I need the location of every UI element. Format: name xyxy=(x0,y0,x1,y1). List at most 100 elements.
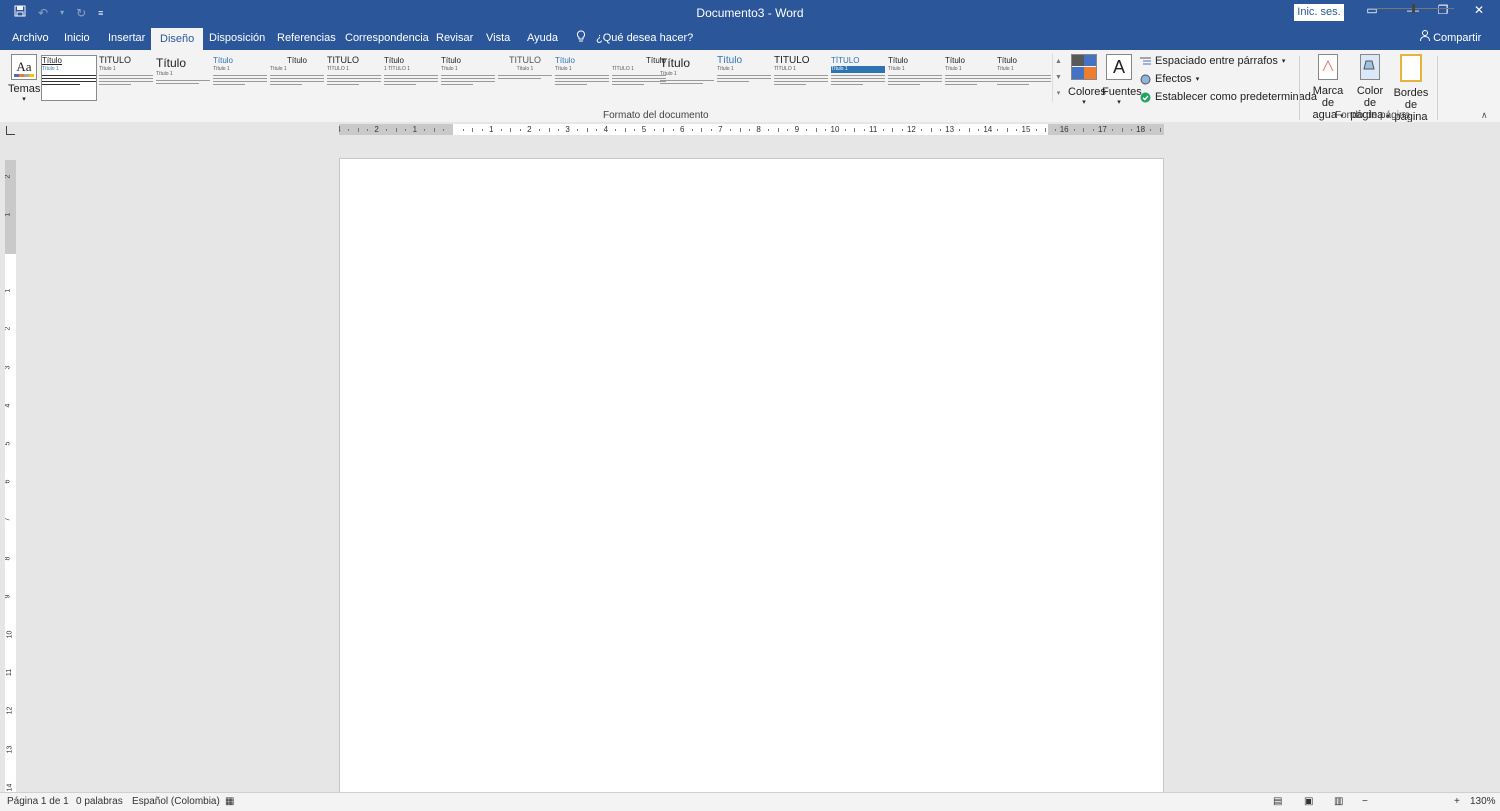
style-title: Título xyxy=(717,56,743,66)
ruler-number: 4 xyxy=(603,125,609,134)
ribbon-display-options-icon[interactable]: ▭ xyxy=(1357,3,1387,17)
style-set-item[interactable]: Título Título 1 xyxy=(156,56,210,100)
ruler-tick xyxy=(596,129,598,131)
fuentes-button[interactable]: A Fuentes ▾ xyxy=(1102,54,1142,106)
tab-diseno[interactable]: Diseño xyxy=(151,28,204,50)
ruler-number: 13 xyxy=(945,125,955,134)
style-set-item[interactable]: Título Título 1 xyxy=(997,56,1051,100)
style-set-item[interactable]: Título Título 1 xyxy=(270,56,324,100)
gallery-up-icon[interactable]: ▲ xyxy=(1053,54,1064,70)
style-preview-lines xyxy=(774,75,828,85)
paragraph-spacing-icon xyxy=(1140,56,1151,67)
ruler-number: 9 xyxy=(794,125,800,134)
zoom-level[interactable]: 130% xyxy=(1470,796,1496,807)
gallery-down-icon[interactable]: ▼ xyxy=(1053,70,1064,86)
tab-selector-icon[interactable] xyxy=(6,126,15,135)
style-set-item[interactable]: Título Título 1 xyxy=(555,56,609,100)
style-set-item[interactable]: TÍTULO TÍTULO 1 xyxy=(327,56,381,100)
ruler-tick xyxy=(1121,128,1123,132)
ruler-tick xyxy=(1131,129,1133,131)
espaciado-button[interactable]: Espaciado entre párrafos ▾ xyxy=(1140,55,1285,67)
tab-revisar[interactable]: Revisar xyxy=(436,30,473,50)
zoom-slider-thumb[interactable] xyxy=(1412,4,1415,13)
read-mode-icon[interactable]: ▤ xyxy=(1273,796,1282,807)
style-set-item[interactable]: TÍTULO Título 1 xyxy=(99,56,153,100)
document-page[interactable] xyxy=(339,158,1164,794)
style-preview-lines xyxy=(831,75,885,85)
print-layout-icon[interactable]: ▣ xyxy=(1304,796,1313,807)
style-set-item[interactable]: Título Título 1 xyxy=(41,55,97,101)
tab-inicio[interactable]: Inicio xyxy=(64,30,90,50)
page-count[interactable]: Página 1 de 1 xyxy=(7,796,69,807)
macro-record-icon[interactable]: ▦ xyxy=(225,796,234,807)
web-layout-icon[interactable]: ▥ xyxy=(1334,796,1343,807)
signin-button[interactable]: Inic. ses. xyxy=(1294,4,1344,21)
style-subtitle: Título 1 xyxy=(888,66,905,72)
style-set-item[interactable]: Título Título 1 xyxy=(888,56,942,100)
ruler-tick xyxy=(443,129,445,131)
style-subtitle: Título 1 xyxy=(831,66,885,73)
style-preview-lines xyxy=(612,75,666,85)
save-icon[interactable] xyxy=(14,5,26,20)
share-button[interactable]: Compartir xyxy=(1420,30,1481,44)
style-set-item[interactable]: TÍTULO Título 1 xyxy=(498,56,552,100)
style-title: Título xyxy=(213,56,234,65)
ruler-number: 14 xyxy=(6,783,14,792)
style-set-item[interactable]: Título 1 TÍTULO 1 xyxy=(384,56,438,100)
ribbon-panel: Aa Temas ▾ Título Título 1 TÍTULO Título… xyxy=(0,50,1500,123)
style-title: Título xyxy=(441,56,462,65)
ribbon-tab-row: Archivo Inicio Insertar Diseño Disposici… xyxy=(0,26,1500,50)
tab-ayuda[interactable]: Ayuda xyxy=(527,30,558,50)
style-preview-lines xyxy=(555,75,609,85)
style-set-item[interactable]: TÍTULO Título 1 xyxy=(831,56,885,100)
horizontal-ruler[interactable]: 321123456789101112131415161718 xyxy=(339,124,1164,135)
style-set-item[interactable]: Título Título 1 xyxy=(213,56,267,100)
establecer-predeterminada-button[interactable]: Establecer como predeterminada xyxy=(1140,91,1317,103)
vertical-ruler[interactable]: 2 1 1 2 3 4 5 6 7 8 9 10 11 12 13 14 xyxy=(5,160,16,792)
redo-icon[interactable]: ↻ xyxy=(76,6,86,20)
tab-referencias[interactable]: Referencias xyxy=(277,30,336,50)
style-set-item[interactable]: Título Título 1 xyxy=(660,56,714,100)
style-set-item[interactable]: Título Título 1 xyxy=(945,56,999,100)
ruler-number: 4 xyxy=(5,403,12,408)
tab-disposicion[interactable]: Disposición xyxy=(209,30,265,50)
tell-me-search[interactable]: ¿Qué desea hacer? xyxy=(596,30,693,50)
restore-icon[interactable]: ❐ xyxy=(1428,3,1458,17)
ruler-tick xyxy=(901,129,903,131)
ruler-tick xyxy=(634,129,636,131)
style-set-item[interactable]: Título Título 1 xyxy=(441,56,495,100)
temas-label: Temas xyxy=(8,83,41,95)
bordes-label-1: Bordes xyxy=(1393,87,1429,99)
ruler-number: 15 xyxy=(1021,125,1031,134)
language-status[interactable]: Español (Colombia) xyxy=(132,796,220,807)
ruler-number: 3 xyxy=(5,365,12,370)
ruler-tick xyxy=(1016,129,1018,131)
zoom-out-icon[interactable]: − xyxy=(1362,796,1368,807)
tab-insertar[interactable]: Insertar xyxy=(108,30,145,50)
style-title: Título xyxy=(888,56,909,65)
style-set-item[interactable]: Título Título 1 xyxy=(717,56,771,100)
style-set-item[interactable]: Título TÍTULO 1 xyxy=(612,56,666,100)
undo-icon[interactable]: ↶ xyxy=(38,6,48,20)
marca-label-2: agua xyxy=(1312,109,1337,121)
tab-correspondencia[interactable]: Correspondencia xyxy=(345,30,429,50)
customize-qat-icon[interactable]: ≡ xyxy=(98,8,103,18)
temas-button[interactable]: Aa Temas ▾ xyxy=(8,54,40,103)
tab-vista[interactable]: Vista xyxy=(486,30,510,50)
ruler-tick xyxy=(1054,129,1056,131)
ruler-number: 6 xyxy=(679,125,685,134)
collapse-ribbon-icon[interactable]: ∧ xyxy=(1481,110,1488,121)
efectos-button[interactable]: Efectos ▾ xyxy=(1140,73,1199,85)
style-title: TÍTULO xyxy=(327,56,360,65)
tab-archivo[interactable]: Archivo xyxy=(12,30,49,50)
style-set-item[interactable]: TÍTULO TÍTULO 1 xyxy=(774,56,828,100)
gallery-more-icon[interactable]: ▾ xyxy=(1053,86,1064,102)
theme-colors-icon xyxy=(1071,54,1097,80)
ruler-tick xyxy=(863,129,865,131)
close-icon[interactable]: ✕ xyxy=(1464,3,1494,17)
word-count[interactable]: 0 palabras xyxy=(76,796,123,807)
style-subtitle: Título 1 xyxy=(99,66,116,72)
colores-button[interactable]: Colores ▾ xyxy=(1068,54,1106,106)
zoom-in-icon[interactable]: + xyxy=(1454,796,1460,807)
undo-dropdown-icon[interactable]: ▾ xyxy=(60,8,64,17)
